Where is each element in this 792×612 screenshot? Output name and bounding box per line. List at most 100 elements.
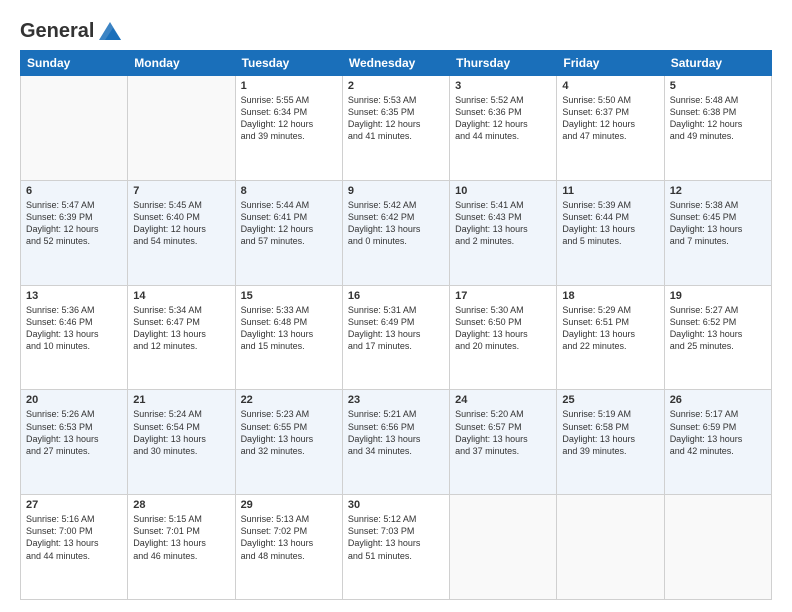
day-info: Sunrise: 5:12 AM Sunset: 7:03 PM Dayligh… (348, 513, 444, 562)
day-info: Sunrise: 5:29 AM Sunset: 6:51 PM Dayligh… (562, 304, 658, 353)
day-number: 8 (241, 185, 337, 197)
calendar-cell: 18 Sunrise: 5:29 AM Sunset: 6:51 PM Dayli… (557, 285, 664, 390)
day-info: Sunrise: 5:53 AM Sunset: 6:35 PM Dayligh… (348, 94, 444, 143)
day-header-sunday: Sunday (21, 51, 128, 76)
day-number: 25 (562, 394, 658, 406)
calendar-cell: 6Sunrise: 5:47 AM Sunset: 6:39 PM Daylig… (21, 180, 128, 285)
day-number: 2 (348, 80, 444, 92)
calendar-cell: 29 Sunrise: 5:13 AM Sunset: 7:02 PM Dayli… (235, 495, 342, 600)
day-number: 21 (133, 394, 229, 406)
day-number: 7 (133, 185, 229, 197)
day-info: Sunrise: 5:15 AM Sunset: 7:01 PM Dayligh… (133, 513, 229, 562)
week-row-5: 27Sunrise: 5:16 AM Sunset: 7:00 PM Dayli… (21, 495, 772, 600)
day-number: 10 (455, 185, 551, 197)
calendar-cell: 11Sunrise: 5:39 AM Sunset: 6:44 PM Dayli… (557, 180, 664, 285)
calendar-cell: 12 Sunrise: 5:38 AM Sunset: 6:45 PM Dayli… (664, 180, 771, 285)
calendar-cell: 3 Sunrise: 5:52 AM Sunset: 6:36 PM Daylig… (450, 76, 557, 181)
calendar-cell (128, 76, 235, 181)
day-number: 14 (133, 290, 229, 302)
day-number: 29 (241, 499, 337, 511)
day-info: Sunrise: 5:23 AM Sunset: 6:55 PM Dayligh… (241, 408, 337, 457)
day-number: 16 (348, 290, 444, 302)
day-number: 19 (670, 290, 766, 302)
calendar-cell: 20Sunrise: 5:26 AM Sunset: 6:53 PM Dayli… (21, 390, 128, 495)
day-info: Sunrise: 5:30 AM Sunset: 6:50 PM Dayligh… (455, 304, 551, 353)
day-number: 15 (241, 290, 337, 302)
calendar-cell (450, 495, 557, 600)
calendar-cell: 10 Sunrise: 5:41 AM Sunset: 6:43 PM Dayli… (450, 180, 557, 285)
day-info: Sunrise: 5:39 AM Sunset: 6:44 PM Dayligh… (562, 199, 658, 248)
day-number: 30 (348, 499, 444, 511)
logo-icon (97, 18, 123, 44)
day-info: Sunrise: 5:52 AM Sunset: 6:36 PM Dayligh… (455, 94, 551, 143)
week-row-3: 13 Sunrise: 5:36 AM Sunset: 6:46 PM Dayli… (21, 285, 772, 390)
calendar-cell (21, 76, 128, 181)
calendar-cell: 28 Sunrise: 5:15 AM Sunset: 7:01 PM Dayli… (128, 495, 235, 600)
logo-general: General (20, 20, 94, 43)
day-info: Sunrise: 5:44 AM Sunset: 6:41 PM Dayligh… (241, 199, 337, 248)
day-number: 18 (562, 290, 658, 302)
day-number: 28 (133, 499, 229, 511)
day-info: Sunrise: 5:27 AM Sunset: 6:52 PM Dayligh… (670, 304, 766, 353)
calendar-cell: 15 Sunrise: 5:33 AM Sunset: 6:48 PM Dayli… (235, 285, 342, 390)
day-info: Sunrise: 5:41 AM Sunset: 6:43 PM Dayligh… (455, 199, 551, 248)
calendar-cell: 4Sunrise: 5:50 AM Sunset: 6:37 PM Daylig… (557, 76, 664, 181)
week-row-2: 6Sunrise: 5:47 AM Sunset: 6:39 PM Daylig… (21, 180, 772, 285)
day-number: 24 (455, 394, 551, 406)
day-info: Sunrise: 5:38 AM Sunset: 6:45 PM Dayligh… (670, 199, 766, 248)
day-info: Sunrise: 5:19 AM Sunset: 6:58 PM Dayligh… (562, 408, 658, 457)
day-number: 3 (455, 80, 551, 92)
day-number: 20 (26, 394, 122, 406)
day-info: Sunrise: 5:36 AM Sunset: 6:46 PM Dayligh… (26, 304, 122, 353)
calendar-cell: 24 Sunrise: 5:20 AM Sunset: 6:57 PM Dayli… (450, 390, 557, 495)
calendar-cell: 23Sunrise: 5:21 AM Sunset: 6:56 PM Dayli… (342, 390, 449, 495)
day-header-thursday: Thursday (450, 51, 557, 76)
day-info: Sunrise: 5:20 AM Sunset: 6:57 PM Dayligh… (455, 408, 551, 457)
week-row-1: 1 Sunrise: 5:55 AM Sunset: 6:34 PM Daylig… (21, 76, 772, 181)
calendar-cell: 21 Sunrise: 5:24 AM Sunset: 6:54 PM Dayli… (128, 390, 235, 495)
calendar-page: General SundayMondayTuesdayWednesdayThur… (0, 0, 792, 612)
day-number: 22 (241, 394, 337, 406)
day-info: Sunrise: 5:31 AM Sunset: 6:49 PM Dayligh… (348, 304, 444, 353)
week-row-4: 20Sunrise: 5:26 AM Sunset: 6:53 PM Dayli… (21, 390, 772, 495)
calendar-cell: 27Sunrise: 5:16 AM Sunset: 7:00 PM Dayli… (21, 495, 128, 600)
day-number: 5 (670, 80, 766, 92)
day-info: Sunrise: 5:24 AM Sunset: 6:54 PM Dayligh… (133, 408, 229, 457)
calendar-cell: 7Sunrise: 5:45 AM Sunset: 6:40 PM Daylig… (128, 180, 235, 285)
day-info: Sunrise: 5:55 AM Sunset: 6:34 PM Dayligh… (241, 94, 337, 143)
calendar-cell: 22 Sunrise: 5:23 AM Sunset: 6:55 PM Dayli… (235, 390, 342, 495)
day-info: Sunrise: 5:17 AM Sunset: 6:59 PM Dayligh… (670, 408, 766, 457)
calendar-cell: 8 Sunrise: 5:44 AM Sunset: 6:41 PM Daylig… (235, 180, 342, 285)
day-header-saturday: Saturday (664, 51, 771, 76)
calendar-cell: 1 Sunrise: 5:55 AM Sunset: 6:34 PM Daylig… (235, 76, 342, 181)
day-header-wednesday: Wednesday (342, 51, 449, 76)
day-info: Sunrise: 5:34 AM Sunset: 6:47 PM Dayligh… (133, 304, 229, 353)
day-info: Sunrise: 5:48 AM Sunset: 6:38 PM Dayligh… (670, 94, 766, 143)
calendar-cell: 25 Sunrise: 5:19 AM Sunset: 6:58 PM Dayli… (557, 390, 664, 495)
calendar-cell: 26 Sunrise: 5:17 AM Sunset: 6:59 PM Dayli… (664, 390, 771, 495)
calendar-cell: 19 Sunrise: 5:27 AM Sunset: 6:52 PM Dayli… (664, 285, 771, 390)
day-number: 27 (26, 499, 122, 511)
calendar-cell: 2 Sunrise: 5:53 AM Sunset: 6:35 PM Daylig… (342, 76, 449, 181)
page-header: General (20, 18, 772, 40)
day-number: 13 (26, 290, 122, 302)
calendar-cell (664, 495, 771, 600)
calendar-cell: 9Sunrise: 5:42 AM Sunset: 6:42 PM Daylig… (342, 180, 449, 285)
day-info: Sunrise: 5:50 AM Sunset: 6:37 PM Dayligh… (562, 94, 658, 143)
calendar-cell: 14 Sunrise: 5:34 AM Sunset: 6:47 PM Dayli… (128, 285, 235, 390)
day-info: Sunrise: 5:47 AM Sunset: 6:39 PM Dayligh… (26, 199, 122, 248)
calendar-cell: 30 Sunrise: 5:12 AM Sunset: 7:03 PM Dayli… (342, 495, 449, 600)
calendar-cell: 13 Sunrise: 5:36 AM Sunset: 6:46 PM Dayli… (21, 285, 128, 390)
day-info: Sunrise: 5:33 AM Sunset: 6:48 PM Dayligh… (241, 304, 337, 353)
day-number: 12 (670, 185, 766, 197)
calendar-cell: 16 Sunrise: 5:31 AM Sunset: 6:49 PM Dayli… (342, 285, 449, 390)
calendar-cell: 5 Sunrise: 5:48 AM Sunset: 6:38 PM Daylig… (664, 76, 771, 181)
day-header-tuesday: Tuesday (235, 51, 342, 76)
day-number: 1 (241, 80, 337, 92)
day-number: 23 (348, 394, 444, 406)
calendar-cell (557, 495, 664, 600)
day-number: 26 (670, 394, 766, 406)
calendar-header-row: SundayMondayTuesdayWednesdayThursdayFrid… (21, 51, 772, 76)
logo: General (20, 18, 123, 40)
day-info: Sunrise: 5:13 AM Sunset: 7:02 PM Dayligh… (241, 513, 337, 562)
